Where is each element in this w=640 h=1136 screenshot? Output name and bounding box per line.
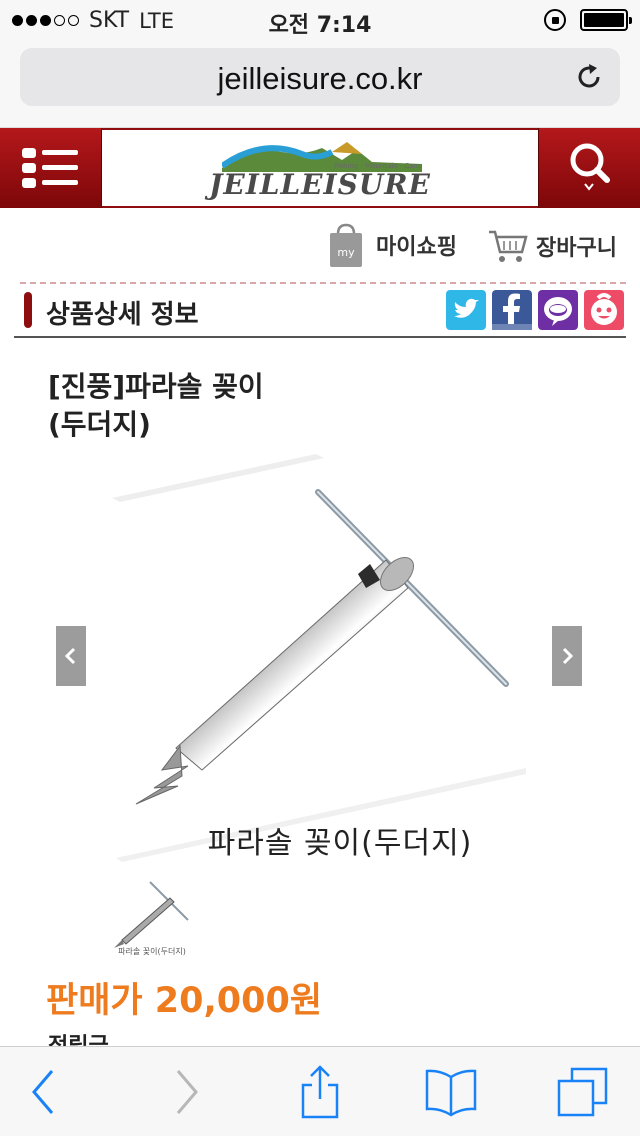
product-image xyxy=(112,454,526,862)
rotation-lock-icon xyxy=(544,9,566,31)
url-field[interactable]: jeilleisure.co.kr xyxy=(20,48,620,106)
gallery-next-button[interactable] xyxy=(552,626,582,686)
product-title: [진풍]파라솔 꽂이 (두더지) xyxy=(48,368,448,444)
share-icon[interactable] xyxy=(293,1065,347,1119)
browser-address-bar: jeilleisure.co.kr xyxy=(0,40,640,128)
search-button[interactable] xyxy=(538,128,640,208)
product-title-line1: [진풍]파라솔 꽂이 xyxy=(48,370,264,403)
section-header: 상품상세 정보 xyxy=(20,288,626,336)
kakao-story-share-button[interactable] xyxy=(538,290,578,330)
product-price: 판매가 20,000원 xyxy=(46,981,323,1021)
divider xyxy=(20,282,626,284)
my-shopping-link[interactable]: my 마이쇼핑 xyxy=(328,222,457,268)
kakao-story-icon xyxy=(544,297,572,326)
forward-icon[interactable] xyxy=(158,1065,212,1119)
battery-icon xyxy=(580,9,632,31)
section-title: 상품상세 정보 xyxy=(46,300,199,330)
gallery-prev-button[interactable] xyxy=(56,626,86,686)
my-badge: my xyxy=(337,246,355,259)
shop-links: my 마이쇼핑 장바구니 xyxy=(0,222,640,272)
cart-icon xyxy=(489,230,528,262)
browser-toolbar xyxy=(0,1046,640,1136)
shopping-bag-icon: my xyxy=(330,223,362,267)
kakao-talk-icon xyxy=(591,293,617,325)
twitter-share-button[interactable] xyxy=(446,290,486,330)
section-marker xyxy=(24,292,32,328)
product-title-line2: (두더지) xyxy=(48,408,151,441)
image-caption: 파라솔 꽂이(두더지) xyxy=(207,826,473,861)
url-text: jeilleisure.co.kr xyxy=(217,61,423,96)
site-header: Fishing · Mountain · Camping JEILLEISURE xyxy=(0,128,640,208)
cart-label: 장바구니 xyxy=(536,236,617,261)
cart-link[interactable]: 장바구니 xyxy=(488,228,617,264)
thumbnail-caption: 파라솔 꽂이(두더지) xyxy=(118,947,186,956)
facebook-icon xyxy=(492,293,532,330)
status-bar: SKT LTE 오전 7:14 xyxy=(0,0,640,40)
kakao-talk-share-button[interactable] xyxy=(584,290,624,330)
site-logo[interactable]: Fishing · Mountain · Camping JEILLEISURE xyxy=(102,130,538,206)
reload-icon[interactable] xyxy=(574,62,604,92)
tabs-icon[interactable] xyxy=(556,1065,610,1119)
menu-icon xyxy=(22,148,78,188)
back-icon[interactable] xyxy=(18,1065,72,1119)
twitter-icon xyxy=(454,298,479,318)
bookmarks-icon[interactable] xyxy=(424,1065,478,1119)
chevron-right-icon xyxy=(562,647,574,665)
mountain-logo-icon: Fishing · Mountain · Camping xyxy=(222,142,422,172)
search-icon xyxy=(570,143,610,191)
my-shopping-label: 마이쇼핑 xyxy=(376,235,457,260)
chevron-left-icon xyxy=(64,647,76,665)
facebook-share-button[interactable] xyxy=(492,290,532,330)
section-rule xyxy=(14,336,626,338)
logo-text: JEILLEISURE xyxy=(209,168,431,201)
menu-button[interactable] xyxy=(0,128,102,208)
